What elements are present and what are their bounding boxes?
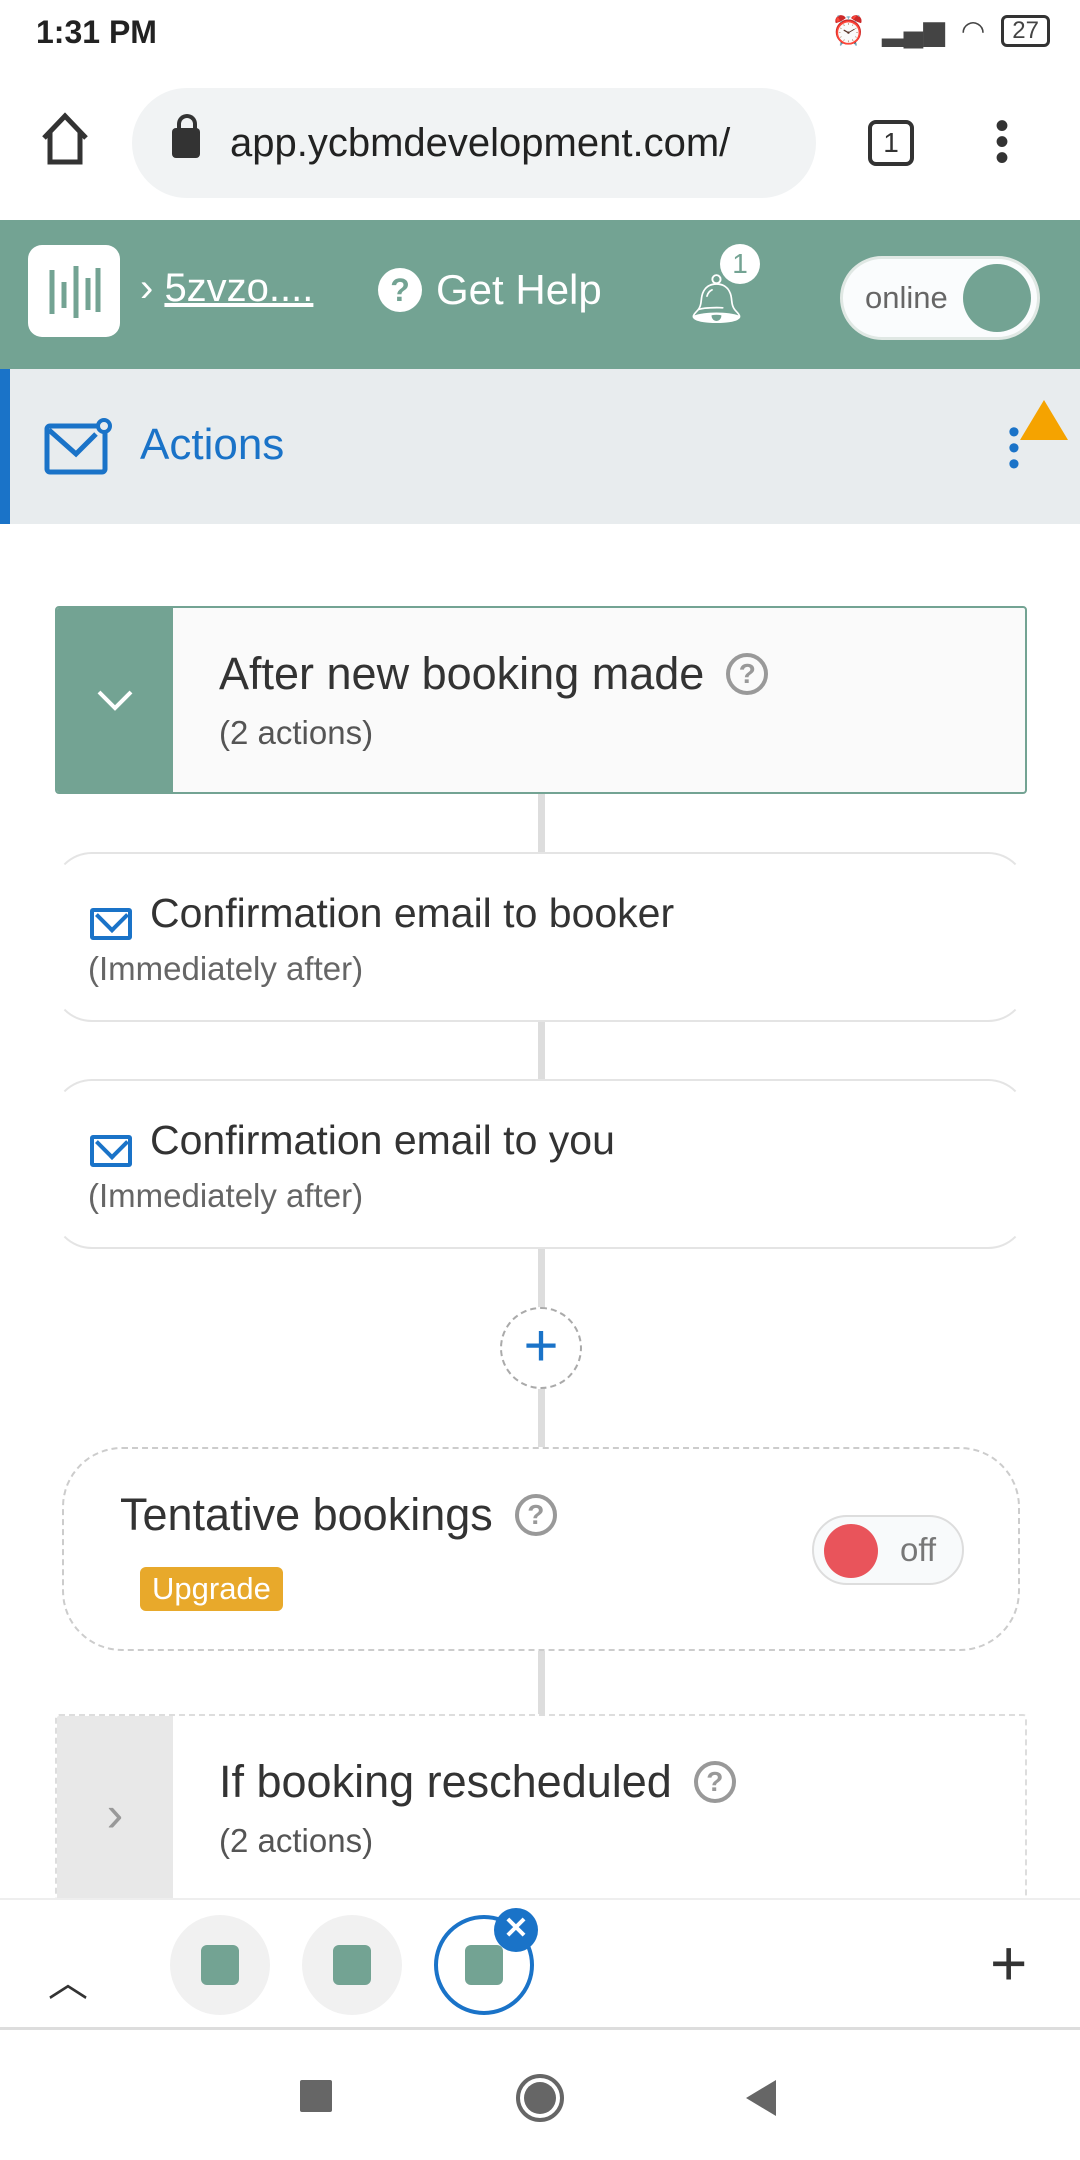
collapse-button[interactable] (57, 608, 173, 792)
action-item[interactable]: Confirmation email to booker (Immediatel… (52, 852, 1028, 1022)
tentative-title: Tentative bookings (120, 1489, 493, 1540)
online-toggle[interactable]: online (840, 256, 1040, 340)
app-logo-icon (333, 1945, 371, 1985)
app-logo-icon (465, 1945, 503, 1985)
section-title: Actions (140, 420, 285, 469)
add-action-button[interactable]: + (500, 1307, 582, 1389)
new-tab-icon[interactable]: + (990, 1926, 1027, 2000)
online-label: online (865, 280, 948, 315)
close-tab-icon[interactable]: ✕ (494, 1908, 538, 1952)
home-button[interactable] (516, 2074, 564, 2122)
help-icon: ? (378, 268, 422, 312)
home-icon[interactable] (40, 112, 90, 166)
app-logo[interactable] (28, 245, 120, 337)
wifi-icon: ◠ (960, 15, 986, 46)
action-item[interactable]: Confirmation email to you (Immediately a… (52, 1079, 1028, 1249)
envelope-icon (44, 418, 112, 481)
more-menu-icon[interactable]: • • • (990, 106, 1014, 178)
tentative-toggle[interactable]: off (812, 1515, 964, 1585)
chevron-up-icon[interactable]: ︿ (48, 1950, 88, 2008)
trigger-subtitle: (2 actions) (219, 714, 374, 751)
upgrade-badge[interactable]: Upgrade (140, 1567, 283, 1611)
system-nav-bar (0, 2030, 1080, 2160)
app-logo-icon (201, 1945, 239, 1985)
signal-icon: ▂▄▆ (881, 15, 945, 46)
chevron-down-icon (97, 690, 133, 711)
help-icon[interactable]: ? (514, 1494, 557, 1536)
toggle-knob (963, 264, 1031, 332)
recents-button[interactable] (300, 2080, 332, 2112)
url-bar[interactable]: app.ycbmdevelopment.com/ (132, 88, 816, 198)
toggle-knob (824, 1524, 878, 1578)
action-timing: (Immediately after) (88, 950, 364, 987)
email-icon (90, 908, 132, 940)
warning-icon[interactable] (1020, 400, 1068, 440)
breadcrumb[interactable]: › 5zvzo.... (140, 266, 313, 311)
alarm-icon: ⏰ (831, 15, 866, 46)
breadcrumb-link[interactable]: 5zvzo.... (164, 266, 313, 310)
trigger-title: If booking rescheduled (219, 1756, 672, 1807)
notification-badge: 1 (720, 244, 760, 284)
action-title: Confirmation email to booker (150, 890, 675, 936)
toggle-label: off (900, 1531, 937, 1568)
connector-line (538, 1389, 545, 1449)
section-menu-icon[interactable]: • • • (1008, 415, 1020, 481)
chevron-right-icon: › (106, 1786, 124, 1842)
tab-switcher-bar: ︿ ✕ + (0, 1898, 1080, 2030)
get-help-label: Get Help (436, 266, 602, 313)
tentative-bookings-card: Tentative bookings? Upgrade off (62, 1447, 1020, 1651)
email-icon (90, 1135, 132, 1167)
help-icon[interactable]: ? (693, 1761, 736, 1803)
trigger-subtitle: (2 actions) (219, 1822, 374, 1859)
trigger-booking-rescheduled[interactable]: › If booking rescheduled? (2 actions) (55, 1714, 1027, 1914)
help-icon[interactable]: ? (726, 653, 769, 695)
action-title: Confirmation email to you (150, 1117, 615, 1163)
trigger-after-new-booking[interactable]: After new booking made? (2 actions) (55, 606, 1027, 794)
back-button[interactable] (746, 2080, 776, 2116)
status-bar: 1:31 PM ⏰ ▂▄▆ ◠ 27 (0, 0, 1080, 83)
connector-line (538, 1651, 545, 1716)
get-help-button[interactable]: ? Get Help (378, 266, 602, 314)
battery-icon: 27 (1001, 14, 1050, 47)
action-timing: (Immediately after) (88, 1177, 364, 1214)
expand-button[interactable]: › (57, 1716, 173, 1912)
url-text: app.ycbmdevelopment.com/ (230, 120, 731, 165)
tab-thumb[interactable] (170, 1915, 270, 2015)
tab-thumb[interactable] (302, 1915, 402, 2015)
trigger-title: After new booking made (219, 648, 705, 699)
lock-icon (172, 114, 200, 158)
tab-count-button[interactable]: 1 (868, 120, 914, 166)
clock: 1:31 PM (36, 14, 157, 50)
